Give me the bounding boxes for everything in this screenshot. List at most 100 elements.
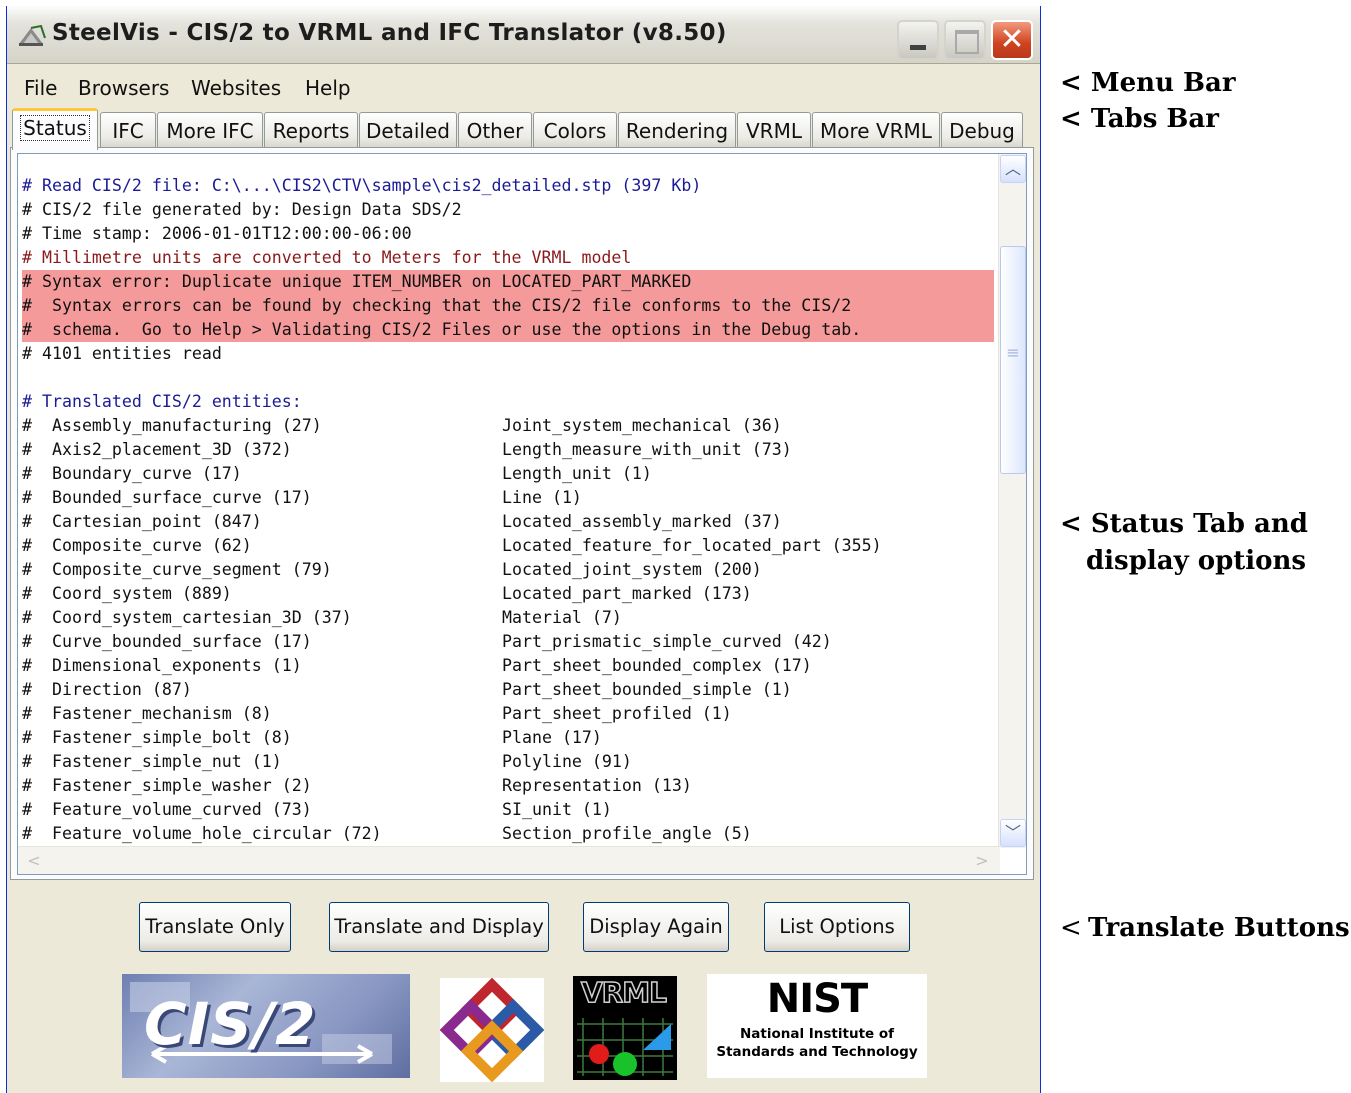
scroll-down-button[interactable]: ﹀ <box>1000 819 1026 847</box>
entity-right: Section_profile_angle (5) <box>502 824 752 843</box>
status-output-text[interactable]: # Read CIS/2 file: C:\...\CIS2\CTV\sampl… <box>17 153 1027 875</box>
entity-row: # Coord_system (889) Located_part_marked … <box>22 582 994 606</box>
tab-more-vrml[interactable]: More VRML <box>812 112 940 148</box>
entity-right: Material (7) <box>502 608 622 627</box>
entity-left: # Coord_system (889) <box>22 584 232 603</box>
entity-right: Part_sheet_profiled (1) <box>502 704 732 723</box>
entity-row: # Composite_curve (62) Located_feature_fo… <box>22 534 994 558</box>
entity-right: Polyline (91) <box>502 752 632 771</box>
ifc-logo[interactable] <box>439 977 545 1083</box>
tabs-bar-annotation: < Tabs Bar <box>1060 104 1219 134</box>
vrml-logo[interactable]: VRML <box>573 975 677 1080</box>
vertical-scrollbar[interactable]: ︿ ﹀ <box>998 154 1026 848</box>
entity-right: Part_sheet_bounded_complex (17) <box>502 656 812 675</box>
entity-left: # Fastener_simple_nut (1) <box>22 752 282 771</box>
entity-left: # Composite_curve (62) <box>22 536 252 555</box>
entity-left: # Boundary_curve (17) <box>22 464 242 483</box>
status-line: # Time stamp: 2006-01-01T12:00:00-06:00 <box>22 224 412 243</box>
entity-left: # Dimensional_exponents (1) <box>22 656 302 675</box>
entity-right: Joint_system_mechanical (36) <box>502 416 782 435</box>
entity-row: # Fastener_simple_nut (1) Polyline (91) <box>22 750 994 774</box>
menu-help[interactable]: Help <box>305 76 351 100</box>
menu-browsers[interactable]: Browsers <box>78 76 169 100</box>
status-lines: # Read CIS/2 file: C:\...\CIS2\CTV\sampl… <box>22 174 994 846</box>
entity-right: Plane (17) <box>502 728 602 747</box>
entity-row: # Cartesian_point (847) Located_assembly_… <box>22 510 994 534</box>
status-tab-panel: # Read CIS/2 file: C:\...\CIS2\CTV\sampl… <box>10 147 1034 880</box>
scroll-up-button[interactable]: ︿ <box>1000 155 1026 183</box>
nist-subtitle-line2: Standards and Technology <box>716 1044 918 1060</box>
entity-left: # Fastener_simple_washer (2) <box>22 776 312 795</box>
entity-row: # Assembly_manufacturing (27) Joint_syste… <box>22 414 994 438</box>
status-line: # Translated CIS/2 entities: <box>22 392 302 411</box>
entity-left: # Composite_curve_segment (79) <box>22 560 332 579</box>
status-line: # Millimetre units are converted to Mete… <box>22 248 632 267</box>
entity-left: # Cartesian_point (847) <box>22 512 262 531</box>
chevron-down-icon: ﹀ <box>1004 823 1021 842</box>
translate-buttons-annotation-arrow: < <box>1060 913 1082 943</box>
tab-label: Status <box>20 115 90 141</box>
entity-row: # Curve_bounded_surface (17) Part_prismat… <box>22 630 994 654</box>
nist-logo[interactable]: NIST National Institute of Standards and… <box>707 974 927 1078</box>
entity-left: # Curve_bounded_surface (17) <box>22 632 312 651</box>
menu-bar-annotation: < Menu Bar <box>1060 68 1236 98</box>
scroll-left-button[interactable]: < <box>20 848 48 874</box>
tab-rendering[interactable]: Rendering <box>618 112 736 148</box>
chevron-left-icon: < <box>27 851 41 870</box>
tab-detailed[interactable]: Detailed <box>359 112 457 148</box>
entity-right: Located_assembly_marked (37) <box>502 512 782 531</box>
status-line: # CIS/2 file generated by: Design Data S… <box>22 200 462 219</box>
cis2-logo-text: CIS/2 <box>144 990 317 1058</box>
chevron-up-icon: ︿ <box>1004 159 1021 178</box>
entity-row: # Feature_volume_hole_circular (72) Secti… <box>22 822 994 846</box>
vrml-logo-text: VRML <box>580 975 667 1010</box>
minimize-button[interactable] <box>897 20 939 60</box>
entity-left: # Coord_system_cartesian_3D (37) <box>22 608 352 627</box>
tab-reports[interactable]: Reports <box>264 112 358 148</box>
horizontal-scrollbar[interactable]: < > <box>18 846 1000 874</box>
entity-left: # Bounded_surface_curve (17) <box>22 488 312 507</box>
display-again-button[interactable]: Display Again <box>583 902 729 952</box>
menu-file[interactable]: File <box>24 76 57 100</box>
title-bar[interactable]: SteelVis - CIS/2 to VRML and IFC Transla… <box>7 6 1040 64</box>
translate-buttons-annotation: Translate Buttons <box>1088 913 1350 943</box>
entity-right: Part_prismatic_simple_curved (42) <box>502 632 832 651</box>
cis2-logo[interactable]: CIS/2 <box>122 974 410 1078</box>
translate-only-button[interactable]: Translate Only <box>139 902 291 952</box>
close-button[interactable]: ✕ <box>991 20 1033 60</box>
nist-logo-text: NIST <box>766 976 868 1022</box>
status-tab-annotation-line1: < Status Tab and <box>1060 509 1308 539</box>
status-line: # schema. Go to Help > Validating CIS/2 … <box>22 318 994 342</box>
nist-subtitle-line1: National Institute of <box>739 1026 895 1042</box>
entity-right: Part_sheet_bounded_simple (1) <box>502 680 792 699</box>
tab-ifc[interactable]: IFC <box>100 112 156 148</box>
menu-websites[interactable]: Websites <box>191 76 281 100</box>
status-line: # 4101 entities read <box>22 344 222 363</box>
maximize-button[interactable] <box>944 20 986 60</box>
tab-status[interactable]: Status <box>12 108 98 150</box>
status-line: # Syntax errors can be found by checking… <box>22 294 994 318</box>
entity-right: Representation (13) <box>502 776 692 795</box>
entity-right: SI_unit (1) <box>502 800 612 819</box>
entity-right: Length_unit (1) <box>502 464 652 483</box>
entity-right: Located_part_marked (173) <box>502 584 752 603</box>
entity-right: Located_feature_for_located_part (355) <box>502 536 882 555</box>
status-line: # Syntax error: Duplicate unique ITEM_NU… <box>22 270 994 294</box>
app-icon <box>19 24 46 46</box>
scroll-right-button[interactable]: > <box>968 848 996 874</box>
tab-vrml[interactable]: VRML <box>737 112 811 148</box>
tabs-bar: Status IFC More IFC Reports Detailed Oth… <box>7 108 1040 150</box>
entity-row: # Fastener_simple_washer (2) Representati… <box>22 774 994 798</box>
entity-row: # Bounded_surface_curve (17) Line (1) <box>22 486 994 510</box>
translate-and-display-button[interactable]: Translate and Display <box>329 902 549 952</box>
tab-colors[interactable]: Colors <box>533 112 617 148</box>
entity-row: # Boundary_curve (17) Length_unit (1) <box>22 462 994 486</box>
tab-debug[interactable]: Debug <box>941 112 1023 148</box>
tab-other[interactable]: Other <box>458 112 532 148</box>
entity-row: # Dimensional_exponents (1) Part_sheet_bo… <box>22 654 994 678</box>
entity-row: # Fastener_simple_bolt (8) Plane (17) <box>22 726 994 750</box>
tab-more-ifc[interactable]: More IFC <box>157 112 263 148</box>
vertical-scroll-thumb[interactable] <box>1000 246 1026 474</box>
list-options-button[interactable]: List Options <box>764 902 910 952</box>
vrml-logo-graphic <box>577 1018 673 1076</box>
